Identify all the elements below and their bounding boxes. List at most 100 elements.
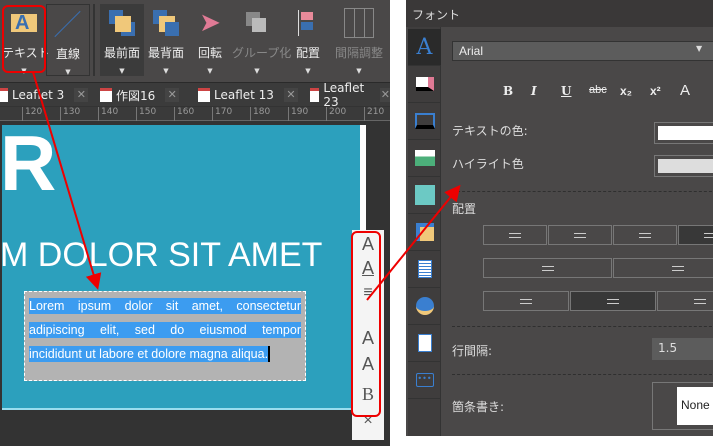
ruler-tick: 180 [250,107,270,121]
chevron-down-icon: ▼ [207,67,213,75]
ruler-tick: 150 [136,107,156,121]
fill-tab-icon[interactable] [408,66,441,103]
tab-leaflet-3[interactable]: Leaflet 3 ✕ [0,86,89,104]
divider [452,326,713,327]
bold-icon[interactable]: B [352,384,384,405]
file-icon [310,88,320,102]
send-to-back-button[interactable]: 最背面 ▼ [144,4,188,76]
highlight-color-picker[interactable] [654,155,713,177]
line-spacing-input[interactable]: 1.5 [652,338,713,360]
close-tab-icon[interactable]: ✕ [74,88,89,102]
font-color-icon[interactable]: A [352,258,384,279]
grow-font-icon[interactable]: A [352,328,384,349]
tab-leaflet-23[interactable]: Leaflet 23 ✕ [310,81,390,109]
file-icon [100,88,112,102]
toolbar-divider [93,4,95,76]
align-center-button[interactable] [548,225,612,245]
divider [452,191,713,192]
spacing-icon [344,8,374,38]
bullets-value: None [677,387,713,425]
divider [452,374,713,375]
align-justify-button[interactable] [678,225,713,245]
selected-text-box[interactable]: Lorem ipsum dolor sit amet, consectetur … [24,291,306,381]
close-tab-icon[interactable]: ✕ [283,88,298,102]
grow-font-button[interactable]: A [680,82,690,99]
increase-indent-button[interactable] [613,258,713,278]
italic-button[interactable]: I [531,84,537,98]
text-line: incididunt ut labore et dolore magna ali… [29,346,271,362]
ruler-tick: 140 [98,107,118,121]
ruler-tick: 130 [60,107,80,121]
editor-pane: A テキスト ▼ 直線 ▼ 最前面 ▼ 最背面 ▼ ➤ 回転 ▼ グループ化 ▼ 配置 ▼ 間… [0,0,390,446]
text-line: adipiscing elit, sed do eiusmod tempor [29,322,301,338]
font-family-select[interactable]: Arial [452,41,713,61]
shape-tab-icon[interactable] [408,177,441,214]
bullets-select[interactable]: None [652,382,713,430]
close-icon[interactable]: × [352,412,384,430]
shrink-font-icon[interactable]: A [352,354,384,375]
subscript-button[interactable]: x₂ [620,84,632,98]
font-tab-icon[interactable]: A [408,29,441,66]
attachment-tab-icon[interactable] [408,325,441,362]
align-button[interactable]: 配置 ▼ [286,4,330,76]
document-tabs: Leaflet 3 ✕ 作図16 ✕ Leaflet 13 ✕ Leaflet 23 ✕ [0,81,390,109]
group-icon [242,8,272,38]
align-icon [293,8,323,38]
tab-drawing-16[interactable]: 作図16 ✕ [100,86,180,104]
tab-leaflet-13[interactable]: Leaflet 13 ✕ [198,86,298,104]
align-icon[interactable]: ≡ [352,284,384,302]
ruler-tick: 200 [326,107,346,121]
text-line-content: adipiscing elit, sed do eiusmod tempor [29,323,301,337]
chevron-down-icon: ▼ [21,67,27,75]
ruler-tick: 160 [174,107,194,121]
rotate-button[interactable]: ➤ 回転 ▼ [188,4,232,76]
valign-bottom-button[interactable] [657,291,713,311]
bring-to-front-button[interactable]: 最前面 ▼ [100,4,144,76]
underline-button[interactable]: U [561,84,571,98]
superscript-button[interactable]: x² [650,84,661,98]
chevron-down-icon: ▼ [356,67,362,75]
text-line: Lorem ipsum dolor sit amet, consectetur [29,298,301,314]
font-panel: フォント A ••• Arial ▼ B I U abc x₂ x² A テキス… [406,0,713,436]
file-icon [0,88,8,102]
floating-text-toolbar: A A ≡ A A B × [352,230,384,440]
chevron-down-icon[interactable]: ▼ [696,44,702,53]
line-spacing-label: 行間隔: [452,344,493,358]
list-tab-icon[interactable] [408,251,441,288]
chevron-down-icon: ▼ [65,68,71,76]
send-back-icon [151,8,181,38]
image-tab-icon[interactable] [408,140,441,177]
valign-middle-button[interactable] [570,291,656,311]
strikethrough-button[interactable]: abc [589,84,607,96]
panel-title: フォント [406,0,713,27]
line-tool-button[interactable]: 直線 ▼ [46,4,90,76]
text-tool-icon: A [9,8,39,38]
close-tab-icon[interactable]: ✕ [165,88,180,102]
file-icon [198,88,210,102]
align-right-button[interactable] [613,225,677,245]
hyperlink-tab-icon[interactable] [408,288,441,325]
text-line-content: incididunt ut labore et dolore magna ali… [29,347,269,361]
ruler-tick: 190 [288,107,308,121]
font-icon[interactable]: A [352,234,384,255]
align-left-button[interactable] [483,225,547,245]
alignment-label: 配置 [452,202,477,216]
bring-front-icon [107,8,137,38]
layer-tab-icon[interactable] [408,214,441,251]
valign-top-button[interactable] [483,291,569,311]
logo-letter: R [0,119,57,207]
spacing-button[interactable]: 間隔調整 ▼ [334,4,384,76]
chevron-down-icon: ▼ [163,67,169,75]
text-line-content: Lorem ipsum dolor sit amet, consectetur [29,299,301,313]
close-tab-icon[interactable]: ✕ [379,88,390,102]
bold-button[interactable]: B [503,84,513,98]
line-tab-icon[interactable] [408,103,441,140]
line-icon [53,9,83,39]
chevron-down-icon: ▼ [305,67,311,75]
decrease-indent-button[interactable] [483,258,612,278]
text-tool-button[interactable]: A テキスト ▼ [2,4,50,76]
headline-text[interactable]: M DOLOR SIT AMET [0,236,322,275]
text-color-picker[interactable] [654,122,713,144]
comment-tab-icon[interactable]: ••• [408,362,441,399]
group-button[interactable]: グループ化 ▼ [232,4,291,76]
